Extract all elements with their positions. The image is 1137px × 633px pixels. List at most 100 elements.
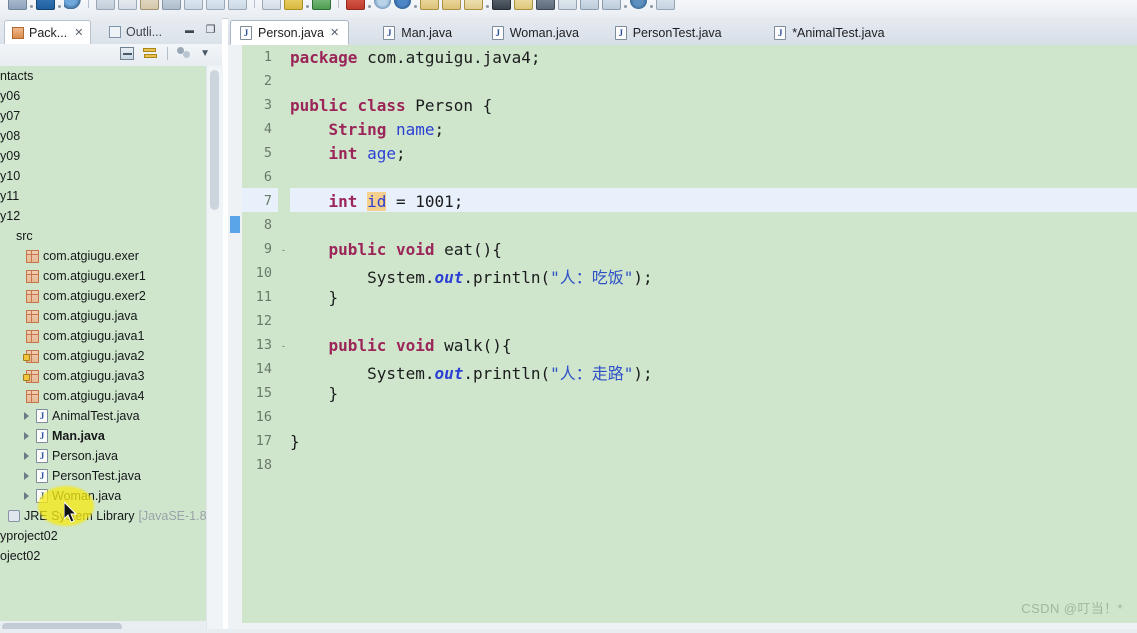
run-icon[interactable]	[184, 0, 203, 10]
minimize-view-button[interactable]: ▬	[182, 22, 197, 37]
editor-tab-manjava[interactable]: J Man.java	[374, 20, 461, 45]
skip-breakpoints-icon[interactable]	[96, 0, 115, 10]
folding-ruler[interactable]: --	[278, 45, 290, 633]
tree-item[interactable]: y11	[0, 186, 206, 206]
globe-icon[interactable]	[374, 0, 391, 9]
tree-item[interactable]: J Person.java	[0, 446, 206, 466]
link-with-editor-icon[interactable]	[143, 47, 158, 60]
code-line[interactable]: String name;	[290, 120, 445, 139]
expand-arrow-icon[interactable]	[22, 431, 32, 441]
tree-item[interactable]: J Man.java	[0, 426, 206, 446]
browser-icon[interactable]	[394, 0, 411, 9]
save-all-icon[interactable]	[36, 0, 55, 10]
code-line[interactable]: public class Person {	[290, 96, 492, 115]
tree-item[interactable]: com.atgiugu.exer	[0, 246, 206, 266]
forward-icon[interactable]	[514, 0, 533, 10]
collapse-all-icon[interactable]	[120, 47, 135, 60]
tree-item[interactable]: com.atgiugu.java2	[0, 346, 206, 366]
expand-arrow-icon[interactable]	[22, 411, 32, 421]
project-tree[interactable]: ntacts y06 y07 y08 y09 y10 y11 y12 src com.atgiug…	[0, 66, 206, 633]
tree-item[interactable]: JWoman.java	[0, 486, 206, 506]
tree-item-label: PersonTest.java	[52, 469, 141, 483]
tree-item[interactable]: y09	[0, 146, 206, 166]
tree-item-label: Man.java	[52, 429, 105, 443]
close-icon[interactable]: ✕	[330, 26, 339, 39]
code-line[interactable]: int age;	[290, 144, 406, 163]
tree-item[interactable]: y12	[0, 206, 206, 226]
code-area[interactable]: 1 2 3 4 5 6 7 8 9 10 11 12 13 14 15 16 17 18 -- package c…	[228, 45, 1137, 633]
save-icon[interactable]	[8, 0, 27, 10]
editor-tab-animaltestjava[interactable]: J *AnimalTest.java	[765, 20, 893, 45]
tree-item[interactable]: com.atgiugu.exer1	[0, 266, 206, 286]
warning-icon[interactable]	[284, 0, 303, 10]
tree-item[interactable]: y07	[0, 106, 206, 126]
coverage-icon[interactable]	[228, 0, 247, 10]
tree-item[interactable]: J PersonTest.java	[0, 466, 206, 486]
tree-item[interactable]: com.atgiugu.java4	[0, 386, 206, 406]
view-menu-icon[interactable]	[177, 47, 191, 60]
run-last-icon[interactable]	[206, 0, 225, 10]
code-line[interactable]: }	[290, 288, 339, 307]
view-tab-package-explorer[interactable]: Pack... ✕	[4, 20, 92, 44]
tree-item[interactable]: J AnimalTest.java	[0, 406, 206, 426]
tree-item[interactable]: oject02	[0, 546, 206, 566]
tree-item[interactable]: com.atgiugu.java1	[0, 326, 206, 346]
editor-tab-womanjava[interactable]: J Woman.java	[483, 20, 588, 45]
tree-item[interactable]: y06	[0, 86, 206, 106]
tree-vertical-scrollbar[interactable]	[206, 66, 223, 633]
next-annotation-icon[interactable]	[536, 0, 555, 10]
code-line[interactable]: package com.atguigu.java4;	[290, 48, 540, 67]
expand-arrow-icon[interactable]	[22, 491, 32, 501]
tree-vscroll-thumb[interactable]	[210, 70, 219, 210]
line-number: 1	[263, 49, 272, 65]
pin-editor-icon[interactable]	[602, 0, 621, 10]
annotation-ruler[interactable]	[228, 45, 242, 633]
code-line[interactable]: }	[290, 384, 339, 403]
code-line[interactable]: }	[290, 432, 300, 451]
last-edit-icon[interactable]	[580, 0, 599, 10]
tree-item[interactable]: src	[0, 226, 206, 246]
previous-annotation-icon[interactable]	[558, 0, 577, 10]
new-java-class-icon[interactable]	[118, 0, 137, 10]
tree-item-label: com.atgiugu.exer	[43, 249, 139, 263]
view-dropdown-icon[interactable]: ▼	[200, 48, 210, 59]
stop-icon[interactable]	[346, 0, 365, 10]
code-line[interactable]: System.out.println("人：吃饭");	[290, 264, 653, 288]
open-folder2-icon[interactable]	[442, 0, 461, 10]
new-package-icon[interactable]	[140, 0, 159, 10]
more-toolbar-icon[interactable]	[656, 0, 675, 10]
expand-arrow-icon[interactable]	[22, 471, 32, 481]
open-folder-icon[interactable]	[420, 0, 439, 10]
tree-item[interactable]: com.atgiugu.exer2	[0, 286, 206, 306]
tree-item[interactable]: y08	[0, 126, 206, 146]
close-icon[interactable]: ✕	[74, 26, 83, 39]
tree-item[interactable]: com.atgiugu.java3	[0, 366, 206, 386]
new-wizard-icon[interactable]	[312, 0, 331, 10]
back-icon[interactable]	[492, 0, 511, 10]
tree-item[interactable]: com.atgiugu.java	[0, 306, 206, 326]
package-icon	[23, 349, 39, 363]
tree-item[interactable]: yproject02	[0, 526, 206, 546]
expand-arrow-icon[interactable]	[22, 451, 32, 461]
java-keyword: int	[328, 192, 358, 211]
search-icon[interactable]	[64, 0, 81, 9]
open-type-icon[interactable]	[464, 0, 483, 10]
code-line[interactable]: System.out.println("人：走路");	[290, 360, 653, 384]
perspective-icon[interactable]	[630, 0, 647, 9]
debug-icon[interactable]	[162, 0, 181, 10]
view-tab-outline[interactable]: Outli...	[102, 20, 169, 44]
source-text[interactable]: package com.atguigu.java4; public class P…	[290, 45, 1137, 633]
tree-item[interactable]: ntacts	[0, 66, 206, 86]
tree-item[interactable]: JRE System Library [JavaSE-1.8]	[0, 506, 206, 526]
minimize-glyph: ▬	[185, 24, 194, 35]
fold-toggle-icon[interactable]: -	[279, 342, 288, 351]
tree-item[interactable]: y10	[0, 166, 206, 186]
fold-toggle-icon[interactable]: -	[279, 246, 288, 255]
code-line[interactable]: public void eat(){	[290, 240, 502, 259]
external-tools-icon[interactable]	[262, 0, 281, 10]
maximize-view-button[interactable]: ❐	[203, 22, 218, 37]
code-line[interactable]: public void walk(){	[290, 336, 512, 355]
code-line[interactable]: int id = 1001;	[290, 192, 463, 211]
editor-tab-persontestjava[interactable]: J PersonTest.java	[606, 20, 731, 45]
editor-tab-personjava[interactable]: J Person.java ✕	[230, 20, 350, 45]
